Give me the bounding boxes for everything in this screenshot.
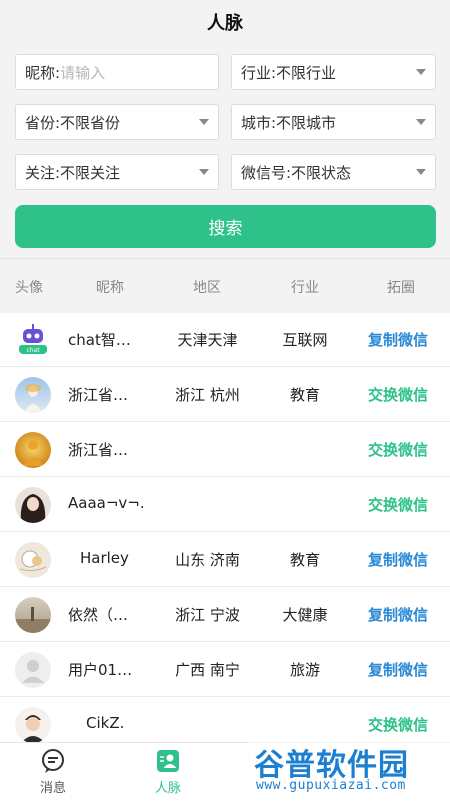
tab-contacts[interactable]: 人脉 xyxy=(128,747,208,796)
industry-cell: 教育 xyxy=(289,386,320,404)
list-item[interactable]: Harley 山东 济南 教育 复制微信 xyxy=(0,532,450,587)
region-cell: 山东 济南 xyxy=(175,551,240,569)
chevron-down-icon xyxy=(199,119,209,125)
chevron-down-icon xyxy=(199,169,209,175)
tab-contacts-label: 人脉 xyxy=(154,781,181,796)
follow-select-value: 关注:不限关注 xyxy=(25,163,121,182)
page-title: 人脉 xyxy=(207,13,243,34)
message-icon xyxy=(42,749,64,773)
nickname-cell: CikZ. xyxy=(86,714,125,732)
list-item[interactable]: 用户01… 广西 南宁 旅游 复制微信 xyxy=(0,642,450,697)
swap-wechat-button[interactable]: 交换微信 xyxy=(356,439,440,460)
list-item[interactable]: 浙江省… 交换微信 xyxy=(0,422,450,477)
watermark: 谷普软件园 www.gupuxiazai.com xyxy=(248,738,450,800)
contact-list: chat chat智… 天津天津 互联网 复制微信 浙江省… 浙江 杭州 教育 … xyxy=(0,312,450,742)
avatar xyxy=(15,597,51,633)
chevron-down-icon xyxy=(416,169,426,175)
contacts-icon xyxy=(157,750,179,772)
column-industry: 行业 xyxy=(291,280,319,296)
region-cell: 浙江 杭州 xyxy=(175,386,240,404)
buddha-photo-icon xyxy=(23,440,43,466)
avatar xyxy=(15,707,51,742)
search-button[interactable]: 搜索 xyxy=(15,205,436,248)
robot-icon: chat xyxy=(15,322,51,358)
swap-wechat-button[interactable]: 交换微信 xyxy=(356,714,440,735)
default-user-icon xyxy=(22,660,44,683)
follow-select[interactable]: 关注:不限关注 xyxy=(15,154,219,190)
wechat-select-value: 微信号:不限状态 xyxy=(241,163,352,182)
tab-messages-label: 消息 xyxy=(39,781,66,796)
nickname-cell: chat智… xyxy=(68,331,131,349)
wechat-select[interactable]: 微信号:不限状态 xyxy=(231,154,436,190)
industry-cell: 大健康 xyxy=(282,606,328,624)
region-cell: 天津天津 xyxy=(177,331,238,349)
province-select-value: 省份:不限省份 xyxy=(25,113,121,132)
nickname-cell: Aaaa¬v¬. xyxy=(68,494,145,512)
tab-messages[interactable]: 消息 xyxy=(13,747,93,796)
nickname-placeholder: 请输入 xyxy=(60,63,106,82)
column-header-row: 头像 昵称 地区 行业 拓圈 xyxy=(0,258,450,313)
province-select[interactable]: 省份:不限省份 xyxy=(15,104,219,140)
copy-wechat-button[interactable]: 复制微信 xyxy=(356,549,440,570)
list-item[interactable]: 浙江省… 浙江 杭州 教育 交换微信 xyxy=(0,367,450,422)
avatar xyxy=(15,487,51,523)
swap-wechat-button[interactable]: 交换微信 xyxy=(356,494,440,515)
nickname-input[interactable]: 昵称: 请输入 xyxy=(15,54,219,90)
copy-wechat-button[interactable]: 复制微信 xyxy=(356,659,440,680)
woman-photo-icon xyxy=(20,494,46,523)
copy-wechat-button[interactable]: 复制微信 xyxy=(356,329,440,350)
copy-wechat-button[interactable]: 复制微信 xyxy=(356,604,440,625)
watermark-url: www.gupuxiazai.com xyxy=(256,778,406,793)
chevron-down-icon xyxy=(416,69,426,75)
avatar xyxy=(15,432,51,468)
avatar xyxy=(15,652,51,688)
man-photo-icon xyxy=(21,715,45,742)
city-select[interactable]: 城市:不限城市 xyxy=(231,104,436,140)
svg-text:chat: chat xyxy=(26,347,40,354)
region-cell: 广西 南宁 xyxy=(175,661,240,679)
column-avatar: 头像 xyxy=(15,280,43,296)
industry-select-value: 行业:不限行业 xyxy=(241,63,337,82)
cartoon-photo-icon xyxy=(19,550,47,572)
nickname-cell: 用户01… xyxy=(68,661,133,679)
list-item[interactable]: CikZ. 交换微信 xyxy=(0,697,450,742)
nickname-cell: Harley xyxy=(80,549,129,567)
nickname-cell: 浙江省… xyxy=(68,441,129,459)
list-item[interactable]: Aaaa¬v¬. 交换微信 xyxy=(0,477,450,532)
nickname-cell: 浙江省… xyxy=(68,386,129,404)
avatar: chat xyxy=(15,322,51,358)
column-action: 拓圈 xyxy=(387,280,415,296)
industry-select[interactable]: 行业:不限行业 xyxy=(231,54,436,90)
list-item[interactable]: 依然（… 浙江 宁波 大健康 复制微信 xyxy=(0,587,450,642)
statue-photo-icon xyxy=(24,384,42,413)
swap-wechat-button[interactable]: 交换微信 xyxy=(356,384,440,405)
industry-cell: 旅游 xyxy=(289,661,320,679)
region-cell: 浙江 宁波 xyxy=(175,606,240,624)
chevron-down-icon xyxy=(416,119,426,125)
avatar xyxy=(15,377,51,413)
industry-cell: 互联网 xyxy=(282,331,328,349)
landscape-photo-icon xyxy=(15,607,51,633)
column-region: 地区 xyxy=(193,280,221,296)
avatar xyxy=(15,542,51,578)
industry-cell: 教育 xyxy=(289,551,320,569)
nickname-cell: 依然（… xyxy=(68,606,129,624)
page-header: 人脉 xyxy=(0,0,450,44)
city-select-value: 城市:不限城市 xyxy=(241,113,337,132)
list-item[interactable]: chat chat智… 天津天津 互联网 复制微信 xyxy=(0,312,450,367)
nickname-label: 昵称: xyxy=(25,63,61,82)
column-nickname: 昵称 xyxy=(96,280,124,296)
